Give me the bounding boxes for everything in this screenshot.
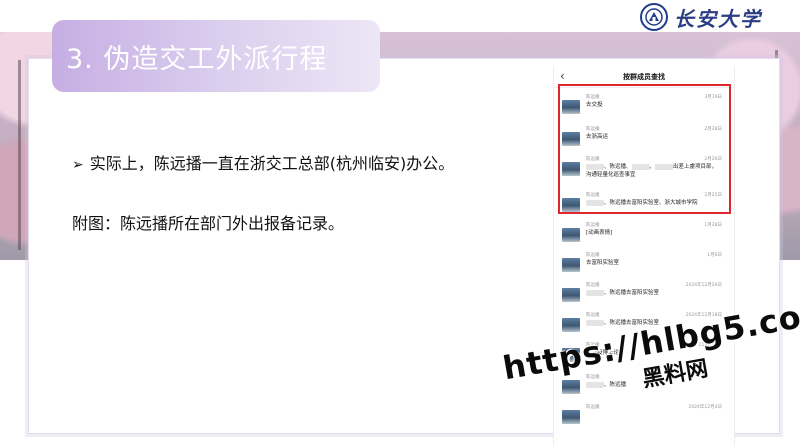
message-sender: 陈远播	[586, 223, 600, 228]
message-text: 、陈远播去富阳实验室	[586, 289, 722, 297]
message-text-part: 、陈远播去富阳实验室	[604, 290, 660, 296]
highlight-box	[558, 84, 731, 214]
message-date: 1月6日	[707, 253, 722, 258]
message-item[interactable]: 陈远播 2024年12月26日 、陈远播去富阳实验室	[554, 280, 734, 312]
message-date: 2024年12月4日	[688, 405, 722, 410]
message-sender: 陈远播	[586, 283, 600, 288]
avatar	[562, 258, 580, 272]
background-branch	[18, 60, 21, 250]
university-emblem-icon	[640, 3, 668, 31]
avatar	[562, 318, 580, 332]
redacted-name	[586, 319, 604, 326]
message-text: [动画表情]	[586, 230, 613, 236]
avatar	[562, 228, 580, 242]
university-logo: 长安大学	[640, 2, 762, 32]
message-item[interactable]: 陈远播 2024年12月4日	[554, 402, 734, 434]
message-sender: 陈远播	[586, 253, 600, 258]
university-name: 长安大学	[674, 6, 762, 31]
message-date: 2024年12月26日	[685, 283, 722, 288]
slide-title-box: 3. 伪造交工外派行程	[52, 20, 380, 92]
message-sender: 陈远播	[586, 313, 600, 318]
bullet-text: 实际上，陈远播一直在浙交工总部(杭州临安)办公。	[89, 154, 455, 173]
arrow-bullet-icon: ➢	[72, 157, 84, 173]
back-chevron-icon[interactable]: ‹	[560, 69, 565, 83]
message-text: 去富阳实验室	[586, 260, 620, 266]
message-date: 1月28日	[704, 223, 722, 228]
message-item[interactable]: 陈远播 1月28日 [动画表情]	[554, 220, 734, 252]
bullet-point: ➢ 实际上，陈远播一直在浙交工总部(杭州临安)办公。	[72, 150, 454, 174]
avatar	[562, 410, 580, 424]
avatar	[562, 288, 580, 302]
slide-title: 3. 伪造交工外派行程	[66, 43, 328, 75]
message-item[interactable]: 陈远播 1月6日 去富阳实验室	[554, 250, 734, 282]
phone-title: 按群成员查找	[623, 72, 665, 81]
figure-caption: 附图：陈远播所在部门外出报备记录。	[72, 214, 345, 233]
message-sender: 陈远播	[586, 405, 600, 410]
redacted-name	[586, 289, 604, 296]
